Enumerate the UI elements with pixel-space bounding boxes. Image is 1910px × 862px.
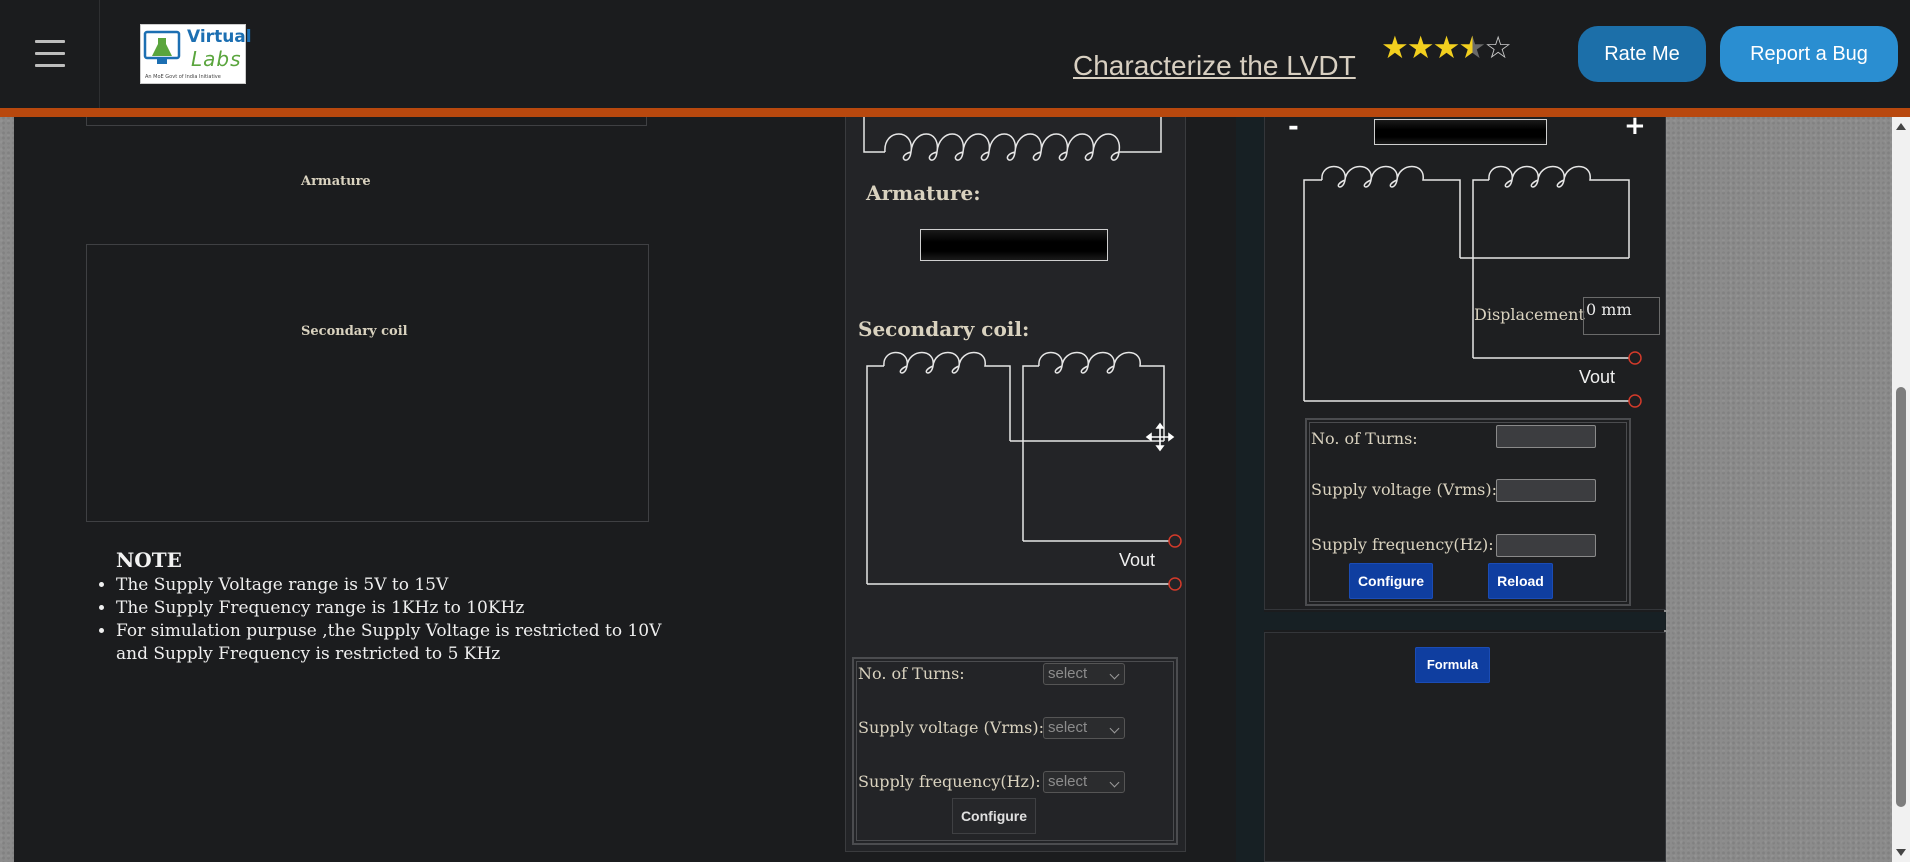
- secondary-coil-left-loops: [883, 351, 992, 374]
- move-cursor-icon: [1145, 422, 1175, 452]
- secondary-coil-left-icon: [866, 365, 1023, 584]
- rating-stars[interactable]: ★★★★☆: [1381, 30, 1512, 66]
- logo-word-virtual: Virtual: [187, 27, 252, 47]
- hamburger-icon: [35, 40, 65, 67]
- right-coil-left-icon: [1303, 179, 1473, 401]
- right-coil-left-loops: [1321, 165, 1442, 188]
- scroll-down-icon[interactable]: [1896, 849, 1906, 856]
- logo-tagline: An MoE Govt of India Initiative: [145, 74, 221, 80]
- star-half-icon[interactable]: ★: [1458, 30, 1486, 66]
- logo-word-labs: Labs: [191, 47, 242, 71]
- terminal-icon: [1168, 577, 1182, 591]
- output-wire: [867, 540, 1169, 585]
- menu-button[interactable]: [0, 0, 100, 108]
- star-icon[interactable]: ★: [1433, 30, 1461, 66]
- star-icon[interactable]: ★: [1407, 30, 1435, 66]
- right-coil-right-icon: [1472, 179, 1630, 358]
- secondary-coil-right-loops: [1038, 351, 1148, 374]
- rate-me-button[interactable]: Rate Me: [1578, 26, 1706, 82]
- page-title[interactable]: Characterize the LVDT: [1073, 50, 1356, 82]
- terminal-icon: [1628, 394, 1642, 408]
- primary-coil-icon: [863, 117, 1162, 153]
- scroll-up-icon[interactable]: [1896, 123, 1906, 130]
- terminal-icon: [1168, 534, 1182, 548]
- terminal-icon: [1628, 351, 1642, 365]
- right-output-wire: [1304, 357, 1629, 402]
- scroll-thumb[interactable]: [1896, 387, 1906, 807]
- page-scrollbar[interactable]: [1892, 117, 1910, 862]
- flask-icon: [143, 30, 181, 64]
- star-icon[interactable]: ★: [1381, 30, 1409, 66]
- circuit-diagrams: [863, 117, 1642, 591]
- header: Virtual Labs An MoE Govt of India Initia…: [0, 0, 1910, 108]
- right-coil-right-loops: [1488, 165, 1613, 188]
- virtual-labs-logo[interactable]: Virtual Labs An MoE Govt of India Initia…: [140, 24, 252, 84]
- header-accent-bar: [0, 108, 1910, 117]
- star-empty-icon[interactable]: ☆: [1484, 30, 1512, 66]
- secondary-coil-right-icon: [1022, 365, 1165, 541]
- primary-coil-loops: [884, 133, 1140, 161]
- report-bug-button[interactable]: Report a Bug: [1720, 26, 1898, 82]
